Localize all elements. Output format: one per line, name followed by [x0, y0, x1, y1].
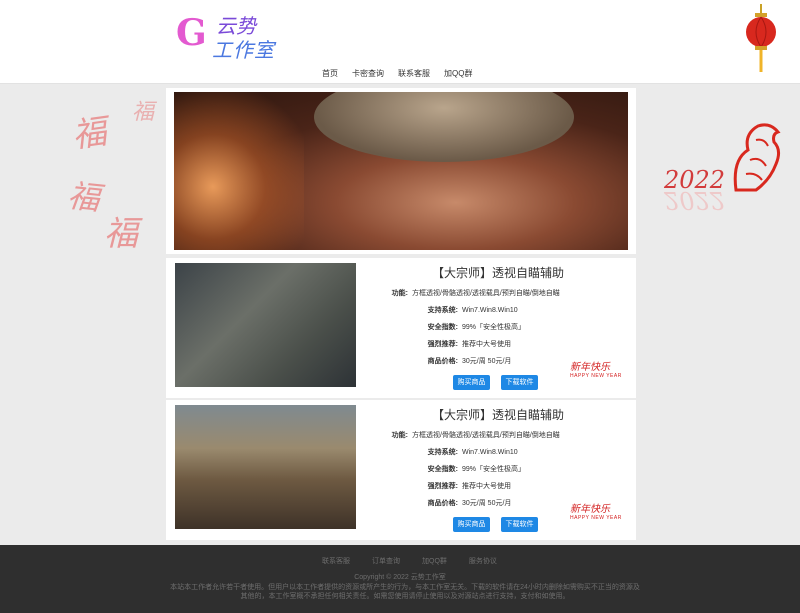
main-nav: 首页 卡密查询 联系客服 加QQ群 — [322, 68, 472, 79]
product-safety: 安全指数: 99%「安全性极高」 — [427, 466, 526, 473]
buy-button[interactable]: 购买商品 — [453, 375, 490, 390]
product-system: 支持系统: Win7.Win8.Win10 — [427, 449, 518, 456]
product-features: 功能: 方框透视/骨骼透视/透视载具/预判自瞄/倒地自瞄 — [391, 290, 560, 297]
footer-link-contact[interactable]: 联系客服 — [322, 556, 350, 566]
footer: 联系客服 订单查询 加QQ群 服务协议 Copyright © 2022 云势工… — [0, 545, 800, 613]
fu-decoration: 福 — [65, 176, 102, 218]
footer-link-terms[interactable]: 服务协议 — [469, 556, 497, 566]
product-title: 【大宗师】透视自瞄辅助 — [432, 408, 565, 422]
product-recommend: 强烈推荐: 推荐中大号使用 — [427, 483, 511, 490]
product-price: 商品价格: 30元/周 50元/月 — [427, 500, 512, 507]
nav-card-query[interactable]: 卡密查询 — [352, 68, 384, 79]
product-title: 【大宗师】透视自瞄辅助 — [432, 266, 565, 280]
product-screenshot — [175, 263, 356, 387]
footer-links: 联系客服 订单查询 加QQ群 服务协议 — [322, 556, 497, 566]
lantern-icon — [746, 4, 776, 72]
banner-image — [174, 92, 628, 250]
product-recommend: 强烈推荐: 推荐中大号使用 — [427, 341, 511, 348]
brand-logo[interactable]: G 云势 工作室 — [176, 8, 288, 62]
header: G 云势 工作室 首页 卡密查询 联系客服 加QQ群 — [0, 0, 800, 84]
product-features: 功能: 方框透视/骨骼透视/透视载具/预判自瞄/倒地自瞄 — [391, 432, 560, 439]
fu-decoration: 福 — [132, 100, 155, 125]
tiger-icon — [733, 123, 781, 192]
copyright: Copyright © 2022 云势工作室 — [354, 574, 446, 581]
fu-decoration: 福 — [69, 111, 110, 157]
product-system: 支持系统: Win7.Win8.Win10 — [427, 307, 518, 314]
product-price: 商品价格: 30元/周 50元/月 — [427, 358, 512, 365]
footer-link-orders[interactable]: 订单查询 — [372, 556, 400, 566]
buy-button[interactable]: 购买商品 — [453, 517, 490, 532]
new-year-badge: 新年快乐 HAPPY NEW YEAR — [570, 362, 622, 379]
nav-contact[interactable]: 联系客服 — [398, 68, 430, 79]
download-button[interactable]: 下载软件 — [501, 517, 538, 532]
fu-decoration: 福 — [104, 214, 138, 254]
disclaimer: 本站本工作者允许若干者使用。但用户以本工作者提供的资源或所产生的行为，与本工作室… — [170, 584, 640, 600]
download-button[interactable]: 下载软件 — [501, 375, 538, 390]
footer-link-qq-group[interactable]: 加QQ群 — [422, 556, 447, 566]
nav-qq-group[interactable]: 加QQ群 — [444, 68, 472, 79]
product-card: 【大宗师】透视自瞄辅助 功能: 方框透视/骨骼透视/透视载具/预判自瞄/倒地自瞄 … — [166, 258, 636, 398]
product-screenshot — [175, 405, 356, 529]
product-safety: 安全指数: 99%「安全性极高」 — [427, 324, 526, 331]
product-card: 【大宗师】透视自瞄辅助 功能: 方框透视/骨骼透视/透视载具/预判自瞄/倒地自瞄 … — [166, 400, 636, 540]
nav-home[interactable]: 首页 — [322, 68, 338, 79]
new-year-badge: 新年快乐 HAPPY NEW YEAR — [570, 504, 622, 521]
logo-mark: G — [176, 12, 207, 54]
banner — [166, 88, 636, 254]
year-reflection: 2022 — [664, 186, 726, 214]
logo-text-line2: 工作室 — [212, 38, 275, 62]
